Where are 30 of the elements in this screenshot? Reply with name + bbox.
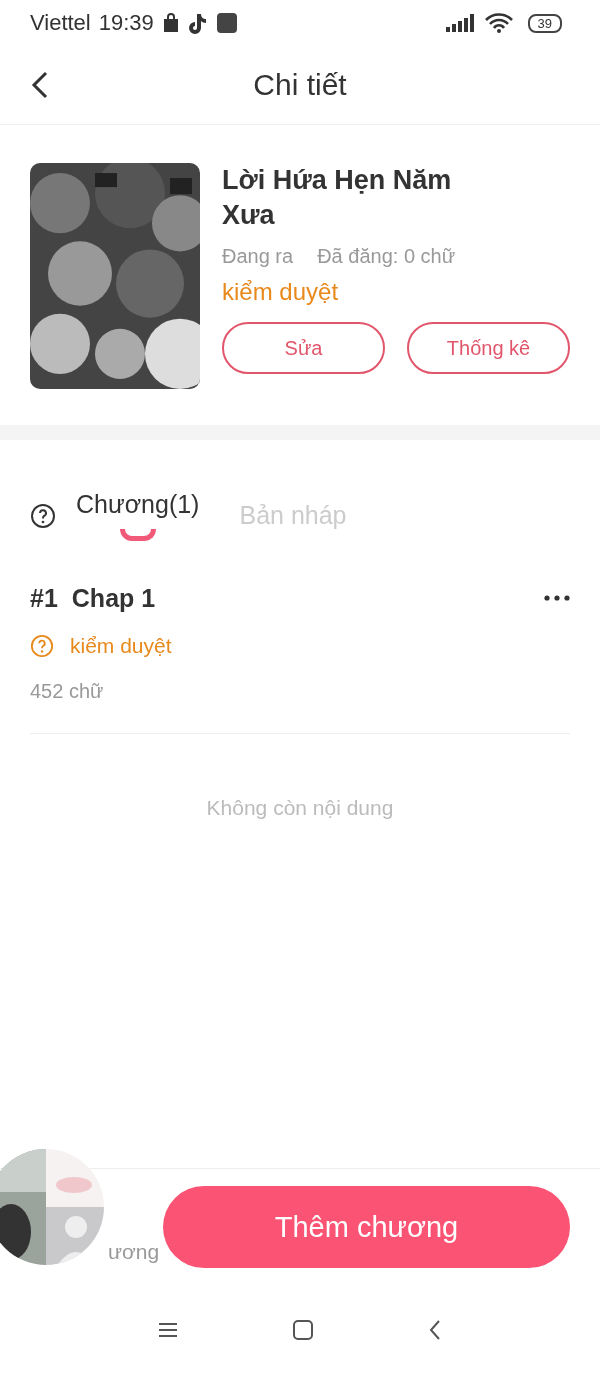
help-icon[interactable]	[30, 503, 56, 529]
signal-icon	[445, 14, 476, 32]
wifi-icon	[483, 12, 514, 34]
add-chapter-button[interactable]: Thêm chương	[163, 1186, 570, 1268]
home-icon[interactable]	[292, 1319, 314, 1341]
outline-button[interactable]: Thống kê	[407, 322, 570, 374]
book-state: Đang ra	[222, 245, 294, 268]
menu-icon[interactable]	[156, 1321, 179, 1339]
back-icon[interactable]	[30, 70, 50, 100]
chapter-number: #1	[30, 583, 58, 613]
bottom-label[interactable]: ương	[108, 1240, 163, 1264]
chapter-status: kiểm duyệt	[70, 634, 172, 658]
chapter-word-count: 452 chữ	[30, 680, 105, 703]
more-icon[interactable]	[544, 595, 570, 601]
tab-indicator	[119, 529, 156, 541]
carrier: Viettel	[30, 10, 91, 36]
help-icon	[30, 634, 54, 658]
tab[interactable]: Chương(1)	[76, 474, 220, 542]
outline-button[interactable]: Sửa	[222, 322, 385, 374]
music-note-icon	[187, 12, 208, 34]
shopping-bag-icon	[161, 13, 180, 33]
word-count: Đã đăng: 0 chữ	[317, 245, 456, 268]
book-title: Lời Hứa Hẹn Năm Xưa	[222, 164, 453, 232]
chapter-title[interactable]: Chap 1	[71, 583, 156, 613]
empty-message: Không còn nội dung	[205, 796, 395, 820]
review-status: kiểm duyệt	[222, 278, 340, 306]
clock: 19:39	[98, 10, 154, 36]
battery-icon: 39	[527, 13, 562, 33]
app-square-icon	[215, 12, 238, 34]
page-title: Chi tiết	[253, 68, 347, 102]
